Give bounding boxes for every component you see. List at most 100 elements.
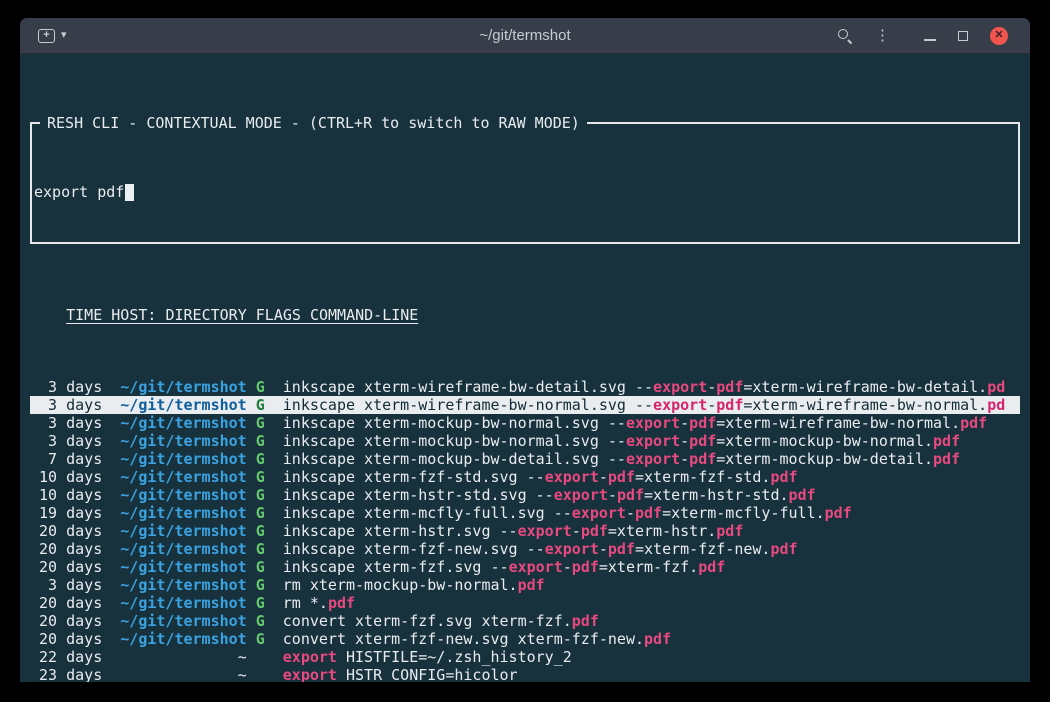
- row-command: convert xterm-fzf.svg xterm-fzf.pdf: [283, 612, 599, 630]
- history-row[interactable]: 3 days~/git/termshotGinkscape xterm-mock…: [30, 432, 1020, 450]
- row-host-directory: ~/git/termshot: [111, 522, 246, 540]
- row-time: 20 days: [30, 612, 102, 630]
- row-host-directory: ~/git/termshot: [111, 612, 246, 630]
- history-row[interactable]: 19 days~/git/termshotGinkscape xterm-mcf…: [30, 504, 1020, 522]
- command-match-segment: pdf: [770, 540, 797, 558]
- resh-mode-title: RESH CLI - CONTEXTUAL MODE - (CTRL+R to …: [40, 114, 587, 132]
- command-segment: inkscape xterm-fzf-new.svg --: [283, 540, 545, 558]
- header-labels: TIME HOST: DIRECTORY FLAGS COMMAND-LINE: [66, 306, 418, 324]
- row-host-directory: ~/git/termshot: [111, 396, 246, 414]
- command-match-segment: pdf: [716, 396, 743, 414]
- row-command: convert xterm-fzf-new.svg xterm-fzf-new.…: [283, 630, 671, 648]
- row-host-directory: ~/git/termshot: [111, 594, 246, 612]
- command-match-segment: pdf: [698, 558, 725, 576]
- row-flags: G: [256, 576, 265, 594]
- row-host-directory: ~/git/termshot: [111, 540, 246, 558]
- command-match-segment: pdf: [608, 540, 635, 558]
- history-row-selected[interactable]: 3 days~/git/termshotGinkscape xterm-wire…: [30, 396, 1020, 414]
- command-segment: inkscape xterm-hstr-std.svg --: [283, 486, 554, 504]
- history-row[interactable]: 10 days~/git/termshotGinkscape xterm-hst…: [30, 486, 1020, 504]
- command-match-segment: pdf: [518, 576, 545, 594]
- command-match-segment: pd: [987, 396, 1005, 414]
- command-segment: =xterm-wireframe-bw-normal.: [743, 396, 987, 414]
- history-row[interactable]: 3 days~/git/termshotGinkscape xterm-mock…: [30, 414, 1020, 432]
- row-command: inkscape xterm-fzf-new.svg --export-pdf=…: [283, 540, 798, 558]
- search-input[interactable]: export pdf: [32, 178, 1018, 206]
- command-match-segment: export: [545, 468, 599, 486]
- command-segment: inkscape xterm-fzf-std.svg --: [283, 468, 545, 486]
- row-host-directory: ~/git/termshot: [111, 414, 246, 432]
- row-flags: G: [256, 558, 265, 576]
- close-button[interactable]: ✕: [990, 27, 1008, 45]
- kebab-menu-icon: ⋮: [875, 28, 890, 43]
- command-segment: =xterm-fzf-std.: [635, 468, 770, 486]
- restore-button[interactable]: [958, 31, 968, 41]
- row-host-directory: ~/git/termshot: [111, 432, 246, 450]
- resh-search-box: RESH CLI - CONTEXTUAL MODE - (CTRL+R to …: [30, 122, 1020, 244]
- command-segment: =xterm-hstr-std.: [644, 486, 789, 504]
- command-segment: inkscape xterm-mockup-bw-detail.svg --: [283, 450, 626, 468]
- row-host-directory: ~/git/termshot: [111, 558, 246, 576]
- row-host-directory: ~/git/termshot: [111, 630, 246, 648]
- command-match-segment: pdf: [960, 414, 987, 432]
- command-segment: -: [680, 414, 689, 432]
- history-row[interactable]: 23 days~export HSTR_CONFIG=hicolor: [30, 666, 1020, 682]
- row-time: 20 days: [30, 594, 102, 612]
- row-flags: G: [256, 630, 265, 648]
- history-row[interactable]: 20 days~/git/termshotGrm *.pdf: [30, 594, 1020, 612]
- row-host-directory: ~/git/termshot: [111, 468, 246, 486]
- command-segment: =xterm-mockup-bw-normal.: [716, 432, 933, 450]
- row-flags: G: [256, 522, 265, 540]
- row-flags: G: [256, 414, 265, 432]
- row-command: inkscape xterm-hstr-std.svg --export-pdf…: [283, 486, 816, 504]
- command-segment: inkscape xterm-hstr.svg --: [283, 522, 518, 540]
- command-match-segment: export: [554, 486, 608, 504]
- minimize-button[interactable]: [924, 31, 936, 41]
- menu-button[interactable]: ⋮: [875, 28, 890, 43]
- row-command: rm xterm-mockup-bw-normal.pdf: [283, 576, 545, 594]
- search-button[interactable]: [836, 27, 853, 44]
- row-time: 20 days: [30, 630, 102, 648]
- row-time: 3 days: [30, 396, 102, 414]
- new-tab-button[interactable]: +: [38, 29, 55, 43]
- terminal-content: RESH CLI - CONTEXTUAL MODE - (CTRL+R to …: [20, 54, 1030, 682]
- history-row[interactable]: 7 days~/git/termshotGinkscape xterm-mock…: [30, 450, 1020, 468]
- command-match-segment: pdf: [689, 450, 716, 468]
- command-segment: -: [626, 504, 635, 522]
- history-row[interactable]: 20 days~/git/termshotGconvert xterm-fzf.…: [30, 612, 1020, 630]
- search-icon: [836, 27, 853, 44]
- search-query-text: export pdf: [34, 183, 124, 201]
- row-host-directory: ~/git/termshot: [111, 486, 246, 504]
- command-segment: inkscape xterm-mcfly-full.svg --: [283, 504, 572, 522]
- chevron-down-icon: ▾: [61, 30, 67, 41]
- history-row[interactable]: 20 days~/git/termshotGinkscape xterm-hst…: [30, 522, 1020, 540]
- command-segment: =xterm-wireframe-bw-normal.: [716, 414, 960, 432]
- command-segment: =xterm-hstr.: [608, 522, 716, 540]
- titlebar-left-group: + ▾: [20, 29, 67, 43]
- row-command: inkscape xterm-mockup-bw-normal.svg --ex…: [283, 414, 987, 432]
- tab-switcher-button[interactable]: ▾: [61, 30, 67, 41]
- row-time: 19 days: [30, 504, 102, 522]
- history-row[interactable]: 20 days~/git/termshotGinkscape xterm-fzf…: [30, 540, 1020, 558]
- command-segment: -: [599, 540, 608, 558]
- history-row[interactable]: 10 days~/git/termshotGinkscape xterm-fzf…: [30, 468, 1020, 486]
- history-row[interactable]: 20 days ~/git/termshot Gconvert xterm-fzf-…: [30, 630, 1020, 648]
- history-row[interactable]: 3 days~/git/termshotGinkscape xterm-wire…: [30, 378, 1020, 396]
- command-segment: HSTR_CONFIG=hicolor: [337, 666, 518, 682]
- row-command: inkscape xterm-fzf.svg --export-pdf=xter…: [283, 558, 726, 576]
- command-segment: rm *.: [283, 594, 328, 612]
- history-row[interactable]: 22 days~export HISTFILE=~/.zsh_history_2: [30, 648, 1020, 666]
- row-time: 23 days: [30, 666, 102, 682]
- row-command: inkscape xterm-mockup-bw-normal.svg --ex…: [283, 432, 960, 450]
- history-row[interactable]: 3 days~/git/termshotGrm xterm-mockup-bw-…: [30, 576, 1020, 594]
- row-flags: G: [256, 468, 265, 486]
- row-command: inkscape xterm-mcfly-full.svg --export-p…: [283, 504, 852, 522]
- command-segment: =xterm-fzf.: [599, 558, 698, 576]
- command-match-segment: pdf: [689, 414, 716, 432]
- row-flags: G: [256, 594, 265, 612]
- history-column-header: TIME HOST: DIRECTORY FLAGS COMMAND-LINE: [30, 306, 1020, 324]
- command-segment: =xterm-mockup-bw-detail.: [716, 450, 933, 468]
- command-segment: -: [599, 468, 608, 486]
- row-time: 22 days: [30, 648, 102, 666]
- history-row[interactable]: 20 days~/git/termshotGinkscape xterm-fzf…: [30, 558, 1020, 576]
